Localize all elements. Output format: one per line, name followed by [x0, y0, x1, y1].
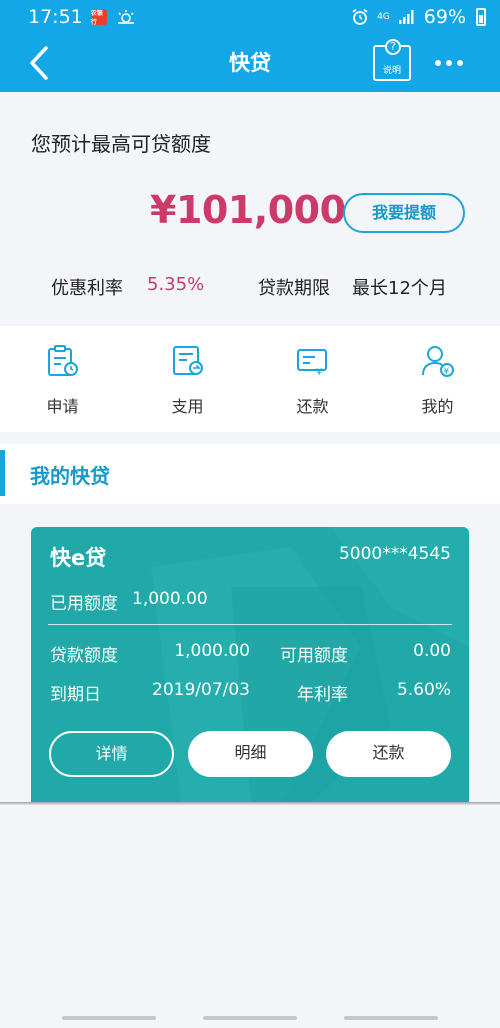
- svg-text:¥: ¥: [316, 367, 322, 378]
- raise-limit-button[interactable]: 我要提额: [343, 193, 465, 233]
- available-amount-label: 可用额度: [280, 646, 348, 666]
- annual-rate-label: 年利率: [297, 685, 348, 705]
- due-date-label: 到期日: [50, 685, 101, 705]
- nav-home-button[interactable]: [203, 1016, 297, 1020]
- page-title: 快贷: [229, 51, 271, 75]
- menu-item-draw[interactable]: 支用: [125, 326, 250, 432]
- quick-menu: 申请 支用 ¥ 还款 ¥ 我的: [0, 326, 500, 432]
- card-account-number: 5000***4545: [338, 544, 451, 564]
- summary-title: 您预计最高可贷额度: [31, 132, 211, 156]
- rate-label: 优惠利率: [51, 278, 123, 299]
- annual-rate-value: 5.60%: [396, 680, 451, 700]
- term-label: 贷款期限: [258, 278, 330, 299]
- due-date-value: 2019/07/03: [152, 680, 250, 700]
- card-divider: [48, 624, 452, 625]
- available-amount-value: 0.00: [413, 641, 451, 661]
- user-icon: ¥: [422, 346, 454, 377]
- signal-icon: [398, 10, 414, 24]
- bank-badge-text: 农银行: [90, 10, 103, 26]
- menu-label-draw: 支用: [171, 397, 204, 416]
- network-type: 4G: [377, 11, 390, 22]
- battery-icon: [476, 8, 486, 26]
- loan-card: 快e贷 5000***4545 已用额度 1,000.00 贷款额度 1,000…: [31, 527, 469, 803]
- credit-summary: 您预计最高可贷额度 ¥101,000 我要提额 优惠利率 5.35% 贷款期限 …: [0, 92, 500, 326]
- menu-item-repay[interactable]: ¥ 还款: [250, 326, 375, 432]
- apply-form-icon: [48, 345, 78, 376]
- loan-amount-value: 1,000.00: [174, 641, 250, 661]
- nav-recents-button[interactable]: [62, 1016, 156, 1020]
- detail-button[interactable]: 详情: [49, 731, 174, 777]
- repay-icon: ¥: [297, 349, 327, 378]
- back-button[interactable]: [22, 44, 58, 82]
- battery-percent: 69%: [423, 6, 466, 28]
- section-header: 我的快贷: [0, 444, 500, 504]
- weather-icon: [117, 10, 134, 24]
- card-product-name: 快e贷: [50, 546, 107, 570]
- help-label: 说明: [382, 66, 401, 76]
- loan-amount-label: 贷款额度: [50, 646, 118, 666]
- menu-item-apply[interactable]: 申请: [0, 326, 125, 432]
- section-title: 我的快贷: [30, 464, 110, 488]
- draw-funds-icon: [173, 346, 203, 375]
- used-amount-value: 1,000.00: [132, 589, 208, 609]
- svg-text:¥: ¥: [444, 367, 450, 377]
- credit-amount: ¥101,000: [150, 188, 346, 232]
- term-value: 最长12个月: [352, 278, 447, 299]
- statement-button[interactable]: 明细: [188, 731, 313, 777]
- menu-item-mine[interactable]: ¥ 我的: [375, 326, 500, 432]
- section-accent-bar: [0, 450, 5, 496]
- bank-app-icon: 农银行: [90, 9, 107, 26]
- app-header: 快贷 ? 说明: [0, 34, 500, 92]
- nav-back-button[interactable]: [344, 1016, 438, 1020]
- chevron-left-icon: [30, 46, 48, 80]
- system-nav-bar: [0, 1010, 500, 1028]
- help-button[interactable]: ? 说明: [373, 39, 411, 81]
- alarm-icon: [352, 8, 368, 25]
- more-button[interactable]: [432, 51, 468, 75]
- scroll-edge-shadow: [0, 802, 500, 805]
- card-repay-button[interactable]: 还款: [326, 731, 451, 777]
- used-amount-label: 已用额度: [50, 594, 118, 614]
- status-bar: 17:51 农银行 4G 69%: [0, 0, 500, 34]
- menu-label-apply: 申请: [46, 397, 79, 416]
- menu-label-repay: 还款: [296, 397, 329, 416]
- question-icon: ?: [385, 39, 401, 55]
- status-time: 17:51: [28, 6, 83, 28]
- rate-value: 5.35%: [147, 274, 205, 295]
- more-dots-icon: [435, 60, 463, 66]
- menu-label-mine: 我的: [421, 397, 454, 416]
